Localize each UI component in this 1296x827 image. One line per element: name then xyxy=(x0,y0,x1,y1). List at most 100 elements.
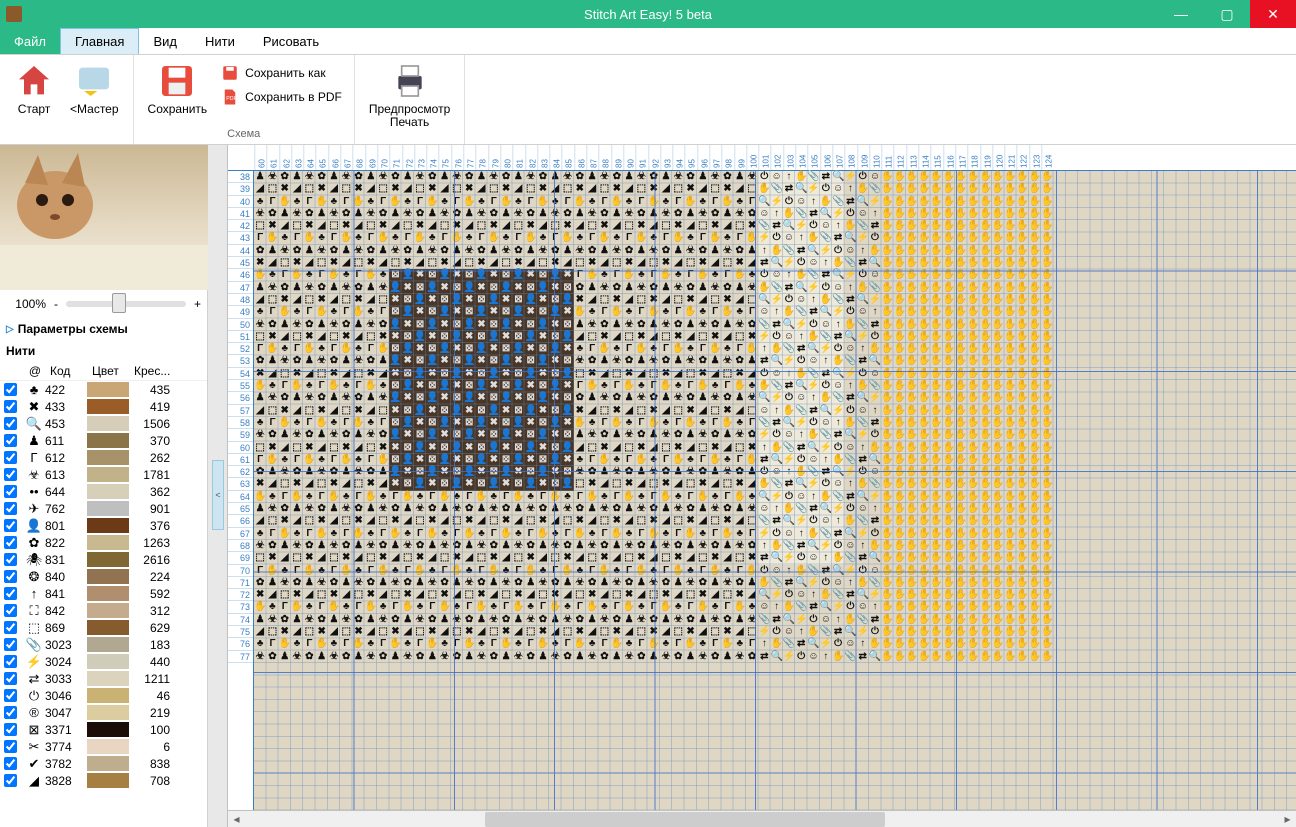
stitch-grid[interactable]: ♟☣✿♟☣✿♟☣✿♟☣✿♟☣✿♟☣✿♟☣✿♟☣✿♟☣✿♟☣✿♟☣✿♟☣✿♟☣✿♟… xyxy=(254,171,1296,827)
thread-checkbox[interactable] xyxy=(4,604,17,617)
scrollbar-horizontal[interactable]: ◂ ▸ xyxy=(228,810,1296,827)
close-button[interactable]: ✕ xyxy=(1250,0,1296,28)
start-button[interactable]: Старт xyxy=(6,57,62,116)
thread-checkbox[interactable] xyxy=(4,434,17,447)
maximize-button[interactable]: ▢ xyxy=(1204,0,1250,28)
savepdf-button[interactable]: PDF Сохранить в PDF xyxy=(215,85,348,109)
menu-draw[interactable]: Рисовать xyxy=(249,28,333,54)
thread-row[interactable]: ♣ 422 435 xyxy=(0,381,207,398)
minimize-button[interactable]: — xyxy=(1158,0,1204,28)
canvas-area: < 60616263646566676869707172737475767778… xyxy=(208,145,1296,827)
thread-checkbox[interactable] xyxy=(4,689,17,702)
zoom-slider[interactable] xyxy=(66,301,186,307)
thread-swatch xyxy=(87,586,129,601)
thread-row[interactable]: ⛶ 842 312 xyxy=(0,602,207,619)
thread-checkbox[interactable] xyxy=(4,655,17,668)
thread-row[interactable]: ❂ 840 224 xyxy=(0,568,207,585)
thread-checkbox[interactable] xyxy=(4,502,17,515)
thread-checkbox[interactable] xyxy=(4,519,17,532)
thread-code: 840 xyxy=(45,570,87,584)
ruler-h-tick: 110 xyxy=(869,145,881,170)
thread-row[interactable]: ⇄ 3033 1211 xyxy=(0,670,207,687)
thread-row[interactable]: ® 3047 219 xyxy=(0,704,207,721)
thread-checkbox[interactable] xyxy=(4,468,17,481)
thread-checkbox[interactable] xyxy=(4,485,17,498)
thread-checkbox[interactable] xyxy=(4,536,17,549)
thread-code: 3828 xyxy=(45,774,87,788)
stitch-canvas[interactable]: 6061626364656667686970717273747576777879… xyxy=(228,145,1296,827)
thread-row[interactable]: ⬚ 869 629 xyxy=(0,619,207,636)
image-preview[interactable] xyxy=(0,145,208,290)
thread-checkbox[interactable] xyxy=(4,570,17,583)
zoom-out-button[interactable]: - xyxy=(54,297,58,311)
thread-row[interactable]: ✖ 433 419 xyxy=(0,398,207,415)
ruler-h-tick: 117 xyxy=(955,145,967,170)
thread-row[interactable]: ⊠ 3371 100 xyxy=(0,721,207,738)
col-cross[interactable]: Крес... xyxy=(130,364,175,378)
thread-code: 831 xyxy=(45,553,87,567)
ruler-h-tick: 64 xyxy=(303,145,315,170)
thread-row[interactable]: Γ 612 262 xyxy=(0,449,207,466)
thread-cross-count: 1781 xyxy=(129,468,174,482)
print-preview-button[interactable]: Предпросмотр Печать xyxy=(361,57,458,129)
threads-list: ♣ 422 435 ✖ 433 419 🔍 453 1506 ♟ 611 370… xyxy=(0,381,207,827)
thread-checkbox[interactable] xyxy=(4,740,17,753)
thread-row[interactable]: ✔ 3782 838 xyxy=(0,755,207,772)
thread-checkbox[interactable] xyxy=(4,553,17,566)
thread-row[interactable]: ✈ 762 901 xyxy=(0,500,207,517)
menu-main[interactable]: Главная xyxy=(60,28,139,54)
col-code[interactable]: Код xyxy=(46,364,88,378)
thread-checkbox[interactable] xyxy=(4,638,17,651)
scroll-left-button[interactable]: ◂ xyxy=(228,812,245,826)
ruler-h-tick: 85 xyxy=(561,145,573,170)
thread-row[interactable]: 🕷 831 2616 xyxy=(0,551,207,568)
threads-section-header[interactable]: Нити xyxy=(0,340,207,362)
thread-checkbox[interactable] xyxy=(4,672,17,685)
params-section-header[interactable]: ▷ Параметры схемы xyxy=(0,318,207,340)
thread-code: 3371 xyxy=(45,723,87,737)
ribbon-group-schema: Сохранить Сохранить как PDF Сохранить в … xyxy=(134,55,355,144)
menu-threads[interactable]: Нити xyxy=(191,28,249,54)
ruler-h-tick: 97 xyxy=(709,145,721,170)
thread-checkbox[interactable] xyxy=(4,417,17,430)
thread-row[interactable]: ↑ 841 592 xyxy=(0,585,207,602)
thread-row[interactable]: 👤 801 376 xyxy=(0,517,207,534)
saveas-button[interactable]: Сохранить как xyxy=(215,61,348,85)
col-symbol[interactable]: @ xyxy=(24,364,46,378)
thread-swatch xyxy=(87,399,129,414)
menu-view[interactable]: Вид xyxy=(139,28,191,54)
thread-row[interactable]: ◢ 3828 708 xyxy=(0,772,207,789)
zoom-thumb[interactable] xyxy=(112,293,126,313)
thread-swatch xyxy=(87,688,129,703)
collapse-panel-button[interactable]: < xyxy=(212,460,224,530)
thread-checkbox[interactable] xyxy=(4,400,17,413)
thread-row[interactable]: ✂ 3774 6 xyxy=(0,738,207,755)
saveas-icon xyxy=(221,64,239,82)
zoom-in-button[interactable]: + xyxy=(194,297,201,311)
thread-swatch xyxy=(87,671,129,686)
thread-checkbox[interactable] xyxy=(4,723,17,736)
thread-checkbox[interactable] xyxy=(4,706,17,719)
thread-row[interactable]: ✿ 822 1263 xyxy=(0,534,207,551)
thread-checkbox[interactable] xyxy=(4,587,17,600)
wizard-button[interactable]: <Мастер xyxy=(62,57,127,116)
ruler-h-tick: 69 xyxy=(365,145,377,170)
thread-row[interactable]: ☣ 613 1781 xyxy=(0,466,207,483)
save-button[interactable]: Сохранить xyxy=(140,57,216,116)
scroll-thumb-h[interactable] xyxy=(485,812,885,827)
col-color[interactable]: Цвет xyxy=(88,364,130,378)
thread-row[interactable]: ⚡ 3024 440 xyxy=(0,653,207,670)
thread-row[interactable]: •• 644 362 xyxy=(0,483,207,500)
thread-row[interactable]: ⏻ 3046 46 xyxy=(0,687,207,704)
scroll-right-button[interactable]: ▸ xyxy=(1279,812,1296,826)
thread-checkbox[interactable] xyxy=(4,774,17,787)
thread-checkbox[interactable] xyxy=(4,757,17,770)
thread-checkbox[interactable] xyxy=(4,383,17,396)
thread-checkbox[interactable] xyxy=(4,621,17,634)
thread-row[interactable]: ♟ 611 370 xyxy=(0,432,207,449)
thread-checkbox[interactable] xyxy=(4,451,17,464)
thread-row[interactable]: 🔍 453 1506 xyxy=(0,415,207,432)
thread-swatch xyxy=(87,705,129,720)
thread-row[interactable]: 📎 3023 183 xyxy=(0,636,207,653)
menu-file[interactable]: Файл xyxy=(0,28,60,54)
